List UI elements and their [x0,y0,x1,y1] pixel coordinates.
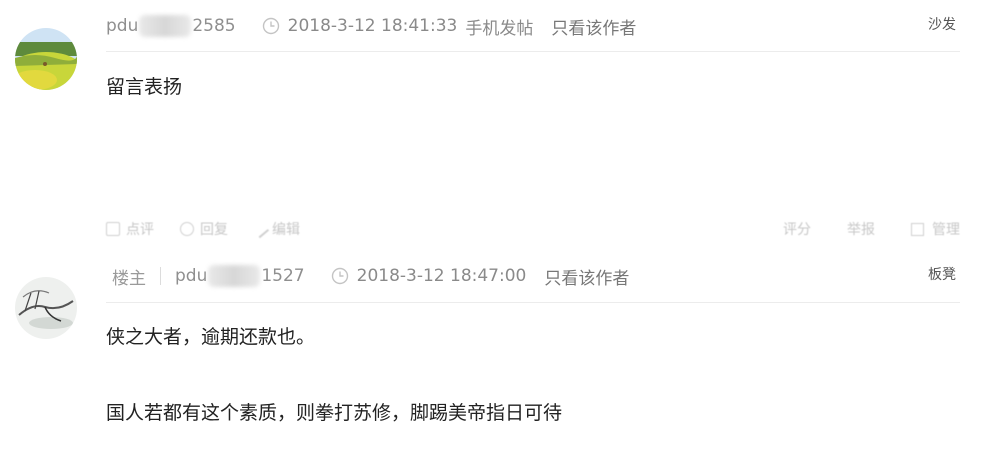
clock-icon [262,17,279,35]
post-header: pdu 2585 2018-3-12 18:41:33 手机发帖 只看该作者 [106,11,636,41]
username-blur [139,15,192,37]
comment-icon [106,222,120,236]
edit-icon [250,219,270,239]
edit-button[interactable]: 编辑 [250,219,300,239]
floor-label[interactable]: 板凳 [928,264,956,284]
reply-button[interactable]: 回复 [180,219,228,239]
comment-button[interactable]: 点评 [106,219,154,239]
post-actions: 点评 回复 编辑 评分 举报 管理 [106,218,960,240]
post-content-line-2: 国人若都有这个素质，则拳打苏修，脚踢美帝指日可待 [106,402,563,424]
only-author-link[interactable]: 只看该作者 [551,14,636,39]
rate-button[interactable]: 评分 [783,219,811,239]
reply-icon [180,222,194,236]
clock-icon [331,267,348,285]
separator [160,267,161,285]
post-content-line-1: 侠之大者，逾期还款也。 [106,326,316,348]
post-source: 手机发帖 [465,18,534,39]
owner-badge: 楼主 [112,268,146,289]
post-time: 2018-3-12 18:47:00 [356,266,527,286]
post-header: 楼主 pdu 1527 2018-3-12 18:47:00 只看该作者 [106,261,629,291]
report-button[interactable]: 举报 [847,219,875,239]
username[interactable]: pdu 2585 [106,15,236,37]
username-suffix: 1527 [261,266,305,286]
manage-checkbox[interactable] [911,222,924,236]
avatar-ink-painting-icon[interactable] [15,277,77,339]
header-divider [106,51,960,52]
username-prefix: pdu [175,266,208,286]
avatar-landscape-icon[interactable] [15,28,77,90]
username-prefix: pdu [106,16,139,36]
post-time: 2018-3-12 18:41:33 [287,16,458,36]
only-author-link[interactable]: 只看该作者 [544,264,629,289]
username[interactable]: pdu 1527 [175,265,305,287]
username-suffix: 2585 [192,16,236,36]
post-content: 留言表扬 [106,76,183,98]
manage-button[interactable]: 管理 [932,219,960,239]
username-blur [208,265,261,287]
header-divider [106,302,960,303]
floor-label[interactable]: 沙发 [928,14,956,34]
